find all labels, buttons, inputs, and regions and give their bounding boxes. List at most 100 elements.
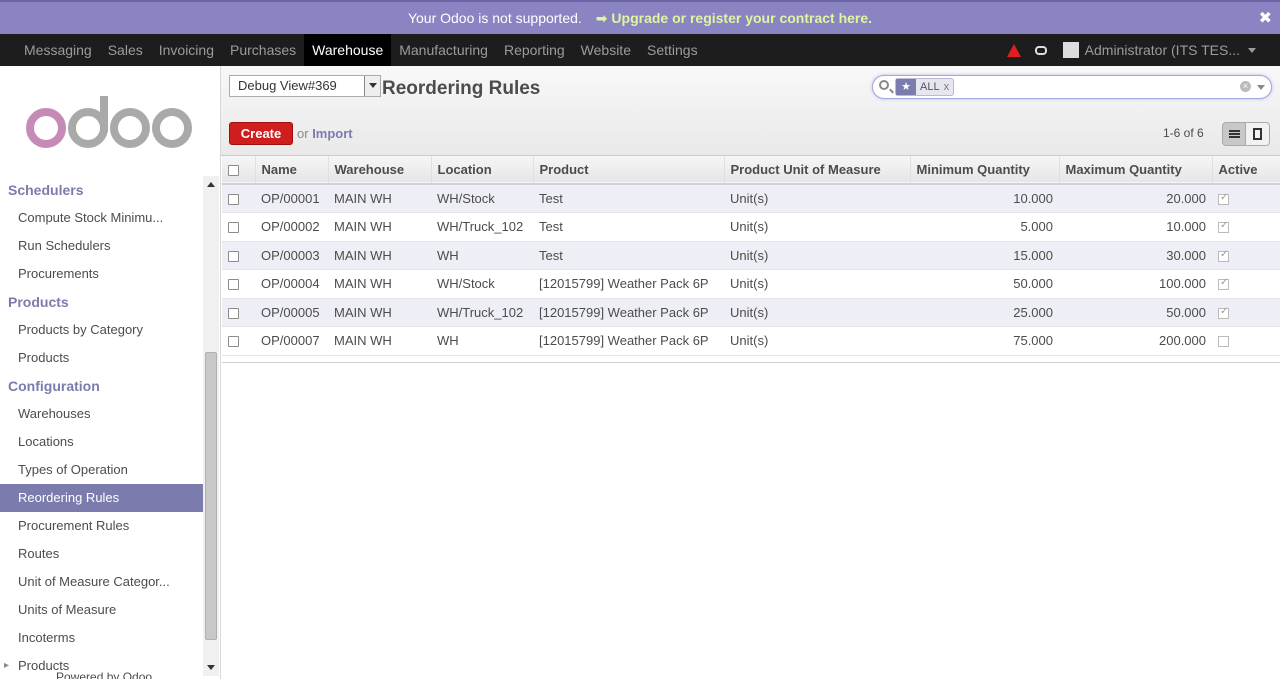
pager[interactable]: 1-6 of 6 <box>1163 126 1204 140</box>
sidebar-scrollbar[interactable] <box>203 176 219 676</box>
sidebar-item-procurements[interactable]: Procurements <box>0 260 203 288</box>
search-options-icon[interactable] <box>1257 85 1265 90</box>
column-header[interactable]: Active <box>1211 156 1280 184</box>
reordering-rules-table: Name Warehouse Location Product Product … <box>222 156 1280 356</box>
search-facet[interactable]: ★ ALL x <box>895 78 955 96</box>
row-checkbox[interactable] <box>228 307 239 319</box>
column-header[interactable]: Name <box>254 156 328 184</box>
column-header[interactable]: Warehouse <box>327 156 431 184</box>
sidebar-item-incoterms[interactable]: Incoterms <box>0 624 203 652</box>
row-select-cell[interactable] <box>222 270 255 299</box>
create-button[interactable]: Create <box>229 122 293 145</box>
sidebar-item-run-schedulers[interactable]: Run Schedulers <box>0 232 203 260</box>
debug-view-select[interactable]: Debug View#369 <box>229 75 381 97</box>
table-row[interactable]: OP/00005 MAIN WH WH/Truck_102 [12015799]… <box>222 298 1280 327</box>
chat-icon[interactable] <box>1034 45 1047 55</box>
facet-remove-button[interactable]: x <box>944 81 954 93</box>
scroll-up-icon[interactable] <box>207 182 215 187</box>
sidebar-heading-schedulers: Schedulers <box>8 182 84 198</box>
cell-max-qty: 20.000 <box>1166 191 1206 206</box>
sidebar-item-warehouses[interactable]: Warehouses <box>0 400 203 428</box>
row-checkbox[interactable] <box>228 194 239 206</box>
scrollbar-thumb[interactable] <box>205 352 217 640</box>
sidebar-item-procurement-rules[interactable]: Procurement Rules <box>0 512 203 540</box>
active-checkbox <box>1218 277 1229 291</box>
search-icon <box>879 80 889 90</box>
page-title: Reordering Rules <box>382 78 541 99</box>
row-select-cell[interactable] <box>222 184 255 213</box>
table-row[interactable]: OP/00004 MAIN WH WH/Stock [12015799] Wea… <box>222 270 1280 299</box>
sidebar-item-reordering-rules[interactable]: Reordering Rules <box>0 484 203 512</box>
upgrade-link[interactable]: ➡ Upgrade or register your contract here… <box>596 10 872 27</box>
cell-warehouse: MAIN WH <box>334 333 392 349</box>
table-row[interactable]: OP/00003 MAIN WH WH Test Unit(s) 15.000 … <box>222 241 1280 270</box>
table-row[interactable]: OP/00007 MAIN WH WH [12015799] Weather P… <box>222 327 1280 356</box>
sidebar-item-uom-categories[interactable]: Unit of Measure Categor... <box>0 568 203 596</box>
cell-location: WH/Truck_102 <box>437 219 524 235</box>
cell-min-qty: 5.000 <box>1020 219 1053 235</box>
row-select-cell[interactable] <box>222 298 255 327</box>
sidebar-item-products-by-category[interactable]: Products by Category <box>0 316 203 344</box>
column-header[interactable]: Maximum Quantity <box>1058 156 1212 184</box>
warning-icon[interactable] <box>1006 43 1021 57</box>
chevron-down-icon[interactable] <box>364 76 380 96</box>
row-checkbox[interactable] <box>228 250 239 262</box>
menu-settings[interactable]: Settings <box>639 34 706 66</box>
select-all-cell[interactable] <box>222 156 255 184</box>
user-menu[interactable]: Administrator (ITS TES... <box>1085 42 1240 58</box>
search-box[interactable]: ★ ALL x × <box>872 75 1272 99</box>
cell-location: WH/Stock <box>437 276 495 292</box>
table-row[interactable]: OP/00002 MAIN WH WH/Truck_102 Test Unit(… <box>222 213 1280 242</box>
row-select-cell[interactable] <box>222 213 255 242</box>
sidebar-item-units-of-measure[interactable]: Units of Measure <box>0 596 203 624</box>
column-header[interactable]: Product Unit of Measure <box>723 156 910 184</box>
cell-warehouse: MAIN WH <box>334 304 392 320</box>
column-header[interactable]: Product <box>532 156 724 184</box>
cell-active <box>1212 241 1280 270</box>
row-checkbox[interactable] <box>228 279 239 291</box>
column-header[interactable]: Location <box>430 156 533 184</box>
row-select-cell[interactable] <box>222 327 255 356</box>
cell-product: [12015799] Weather Pack 6P <box>539 304 709 320</box>
chevron-down-icon[interactable] <box>1248 47 1256 53</box>
form-view-button[interactable] <box>1246 122 1270 146</box>
sidebar-item-compute-stock-minimum[interactable]: Compute Stock Minimu... <box>0 204 203 232</box>
menu-sales[interactable]: Sales <box>100 34 151 66</box>
menu-invoicing[interactable]: Invoicing <box>151 34 222 66</box>
control-panel: Debug View#369 Reordering Rules ★ ALL x … <box>221 66 1280 156</box>
active-checkbox <box>1218 220 1229 234</box>
menu-reporting[interactable]: Reporting <box>496 34 573 66</box>
sidebar-item-products[interactable]: Products <box>0 344 203 372</box>
sidebar-item-locations[interactable]: Locations <box>0 428 203 456</box>
sidebar-menu: Schedulers Compute Stock Minimu... Run S… <box>0 176 203 679</box>
scroll-down-icon[interactable] <box>207 665 215 670</box>
select-all-checkbox[interactable] <box>228 165 239 177</box>
row-checkbox[interactable] <box>228 336 239 348</box>
import-link[interactable]: Import <box>312 126 352 141</box>
menu-manufacturing[interactable]: Manufacturing <box>391 34 496 66</box>
cell-max-qty: 10.000 <box>1166 219 1206 235</box>
user-area: Administrator (ITS TES... <box>1006 34 1280 66</box>
menu-messaging[interactable]: Messaging <box>16 34 100 66</box>
list-view-button[interactable] <box>1222 122 1246 146</box>
table-row[interactable]: OP/00001 MAIN WH WH/Stock Test Unit(s) 1… <box>222 184 1280 213</box>
cell-location: WH/Truck_102 <box>437 304 524 320</box>
menu-warehouse[interactable]: Warehouse <box>304 34 392 66</box>
column-header[interactable]: Minimum Quantity <box>909 156 1059 184</box>
menu-purchases[interactable]: Purchases <box>222 34 304 66</box>
cell-uom: Unit(s) <box>730 276 769 292</box>
avatar[interactable] <box>1062 42 1079 58</box>
odoo-logo[interactable] <box>24 94 194 150</box>
close-icon[interactable]: ✖ <box>1259 8 1272 28</box>
cell-warehouse: MAIN WH <box>334 247 392 263</box>
row-select-cell[interactable] <box>222 241 255 270</box>
sidebar-heading-products: Products <box>8 294 69 310</box>
row-checkbox[interactable] <box>228 222 239 234</box>
sidebar-item-routes[interactable]: Routes <box>0 540 203 568</box>
sidebar-item-types-of-operation[interactable]: Types of Operation <box>0 456 203 484</box>
clear-search-icon[interactable]: × <box>1240 81 1251 92</box>
menu-website[interactable]: Website <box>573 34 639 66</box>
cell-location: WH <box>437 333 459 349</box>
cell-uom: Unit(s) <box>730 304 769 320</box>
cell-max-qty: 200.000 <box>1159 333 1206 349</box>
